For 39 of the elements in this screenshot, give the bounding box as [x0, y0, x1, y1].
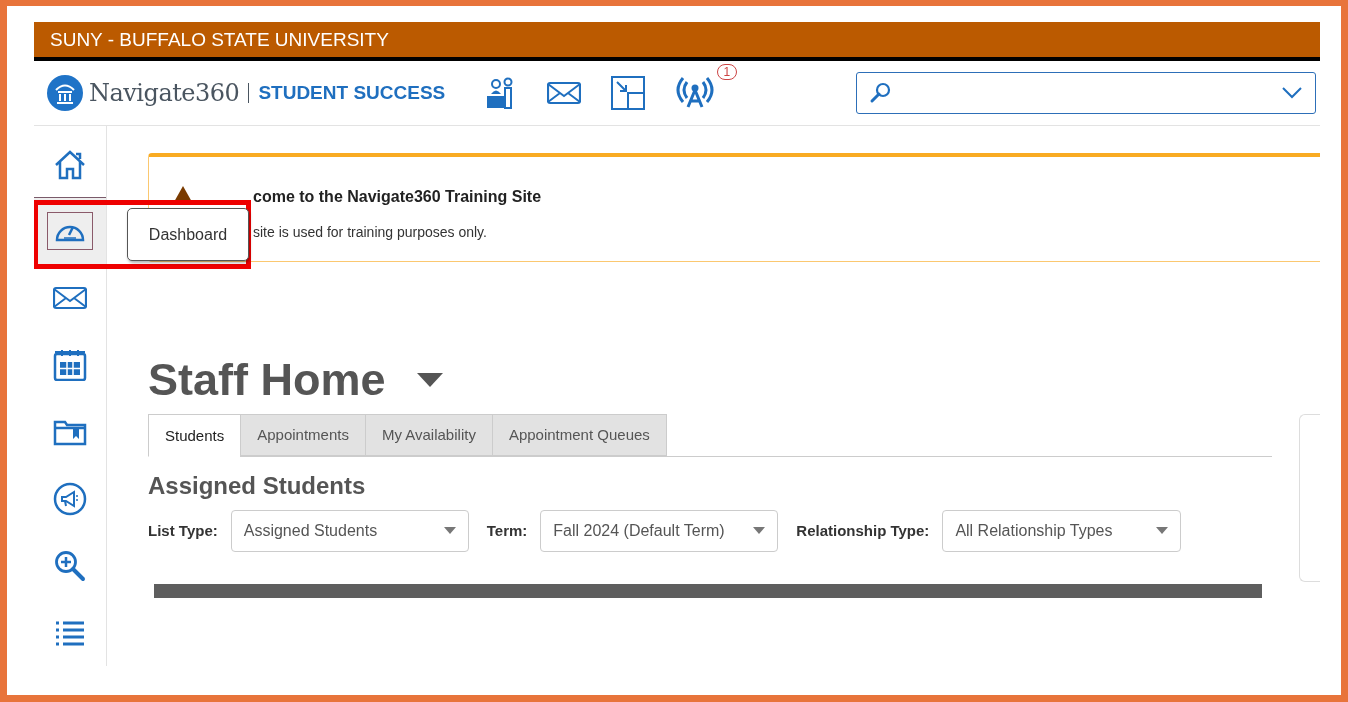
page-title: Staff Home [148, 353, 386, 406]
tab[interactable]: Students [148, 413, 241, 457]
filter-dropdown[interactable]: Assigned Students [230, 509, 469, 552]
tooltip: Dashboard [127, 208, 249, 261]
notification-badge: 1 [716, 64, 738, 80]
banner-title: come to the Navigate360 Training Site [253, 188, 542, 206]
home-icon [53, 149, 87, 182]
filter-label: Relationship Type: [796, 522, 930, 540]
caret-icon [753, 526, 766, 535]
chevron-down-icon[interactable] [1281, 86, 1303, 100]
logo-icon [47, 75, 83, 111]
tab[interactable]: My Availability [364, 413, 492, 456]
tab[interactable]: Appointments [240, 413, 365, 456]
university-name: SUNY - BUFFALO STATE UNIVERSITY [50, 28, 389, 51]
warning-icon [173, 185, 193, 203]
search-field[interactable] [856, 72, 1316, 114]
caret-icon[interactable] [415, 371, 444, 388]
list-icon [54, 619, 86, 646]
mail-icon[interactable] [547, 81, 582, 105]
search-icon [869, 82, 891, 104]
filter-dropdown[interactable]: Fall 2024 (Default Term) [540, 509, 779, 552]
caret-icon [443, 526, 456, 535]
mail-icon [53, 286, 87, 311]
brand-name: Navigate360 [89, 79, 240, 107]
banner-text: site is used for training purposes only. [253, 224, 488, 240]
product-name: STUDENT SUCCESS [258, 82, 446, 104]
filter-label: List Type: [148, 522, 218, 540]
caret-icon [1156, 526, 1169, 535]
megaphone-icon [53, 481, 87, 516]
section-title: Assigned Students [148, 471, 367, 500]
broadcast-icon[interactable] [675, 74, 716, 108]
tab[interactable]: Appointment Queues [491, 413, 667, 456]
calendar-icon [53, 349, 87, 382]
filter-dropdown[interactable]: All Relationship Types [942, 509, 1182, 552]
resize-icon[interactable] [611, 76, 646, 110]
zoom-in-icon [54, 549, 86, 582]
folder-icon [53, 418, 87, 446]
filter-label: Term: [486, 522, 528, 540]
gauge-icon [47, 212, 93, 251]
